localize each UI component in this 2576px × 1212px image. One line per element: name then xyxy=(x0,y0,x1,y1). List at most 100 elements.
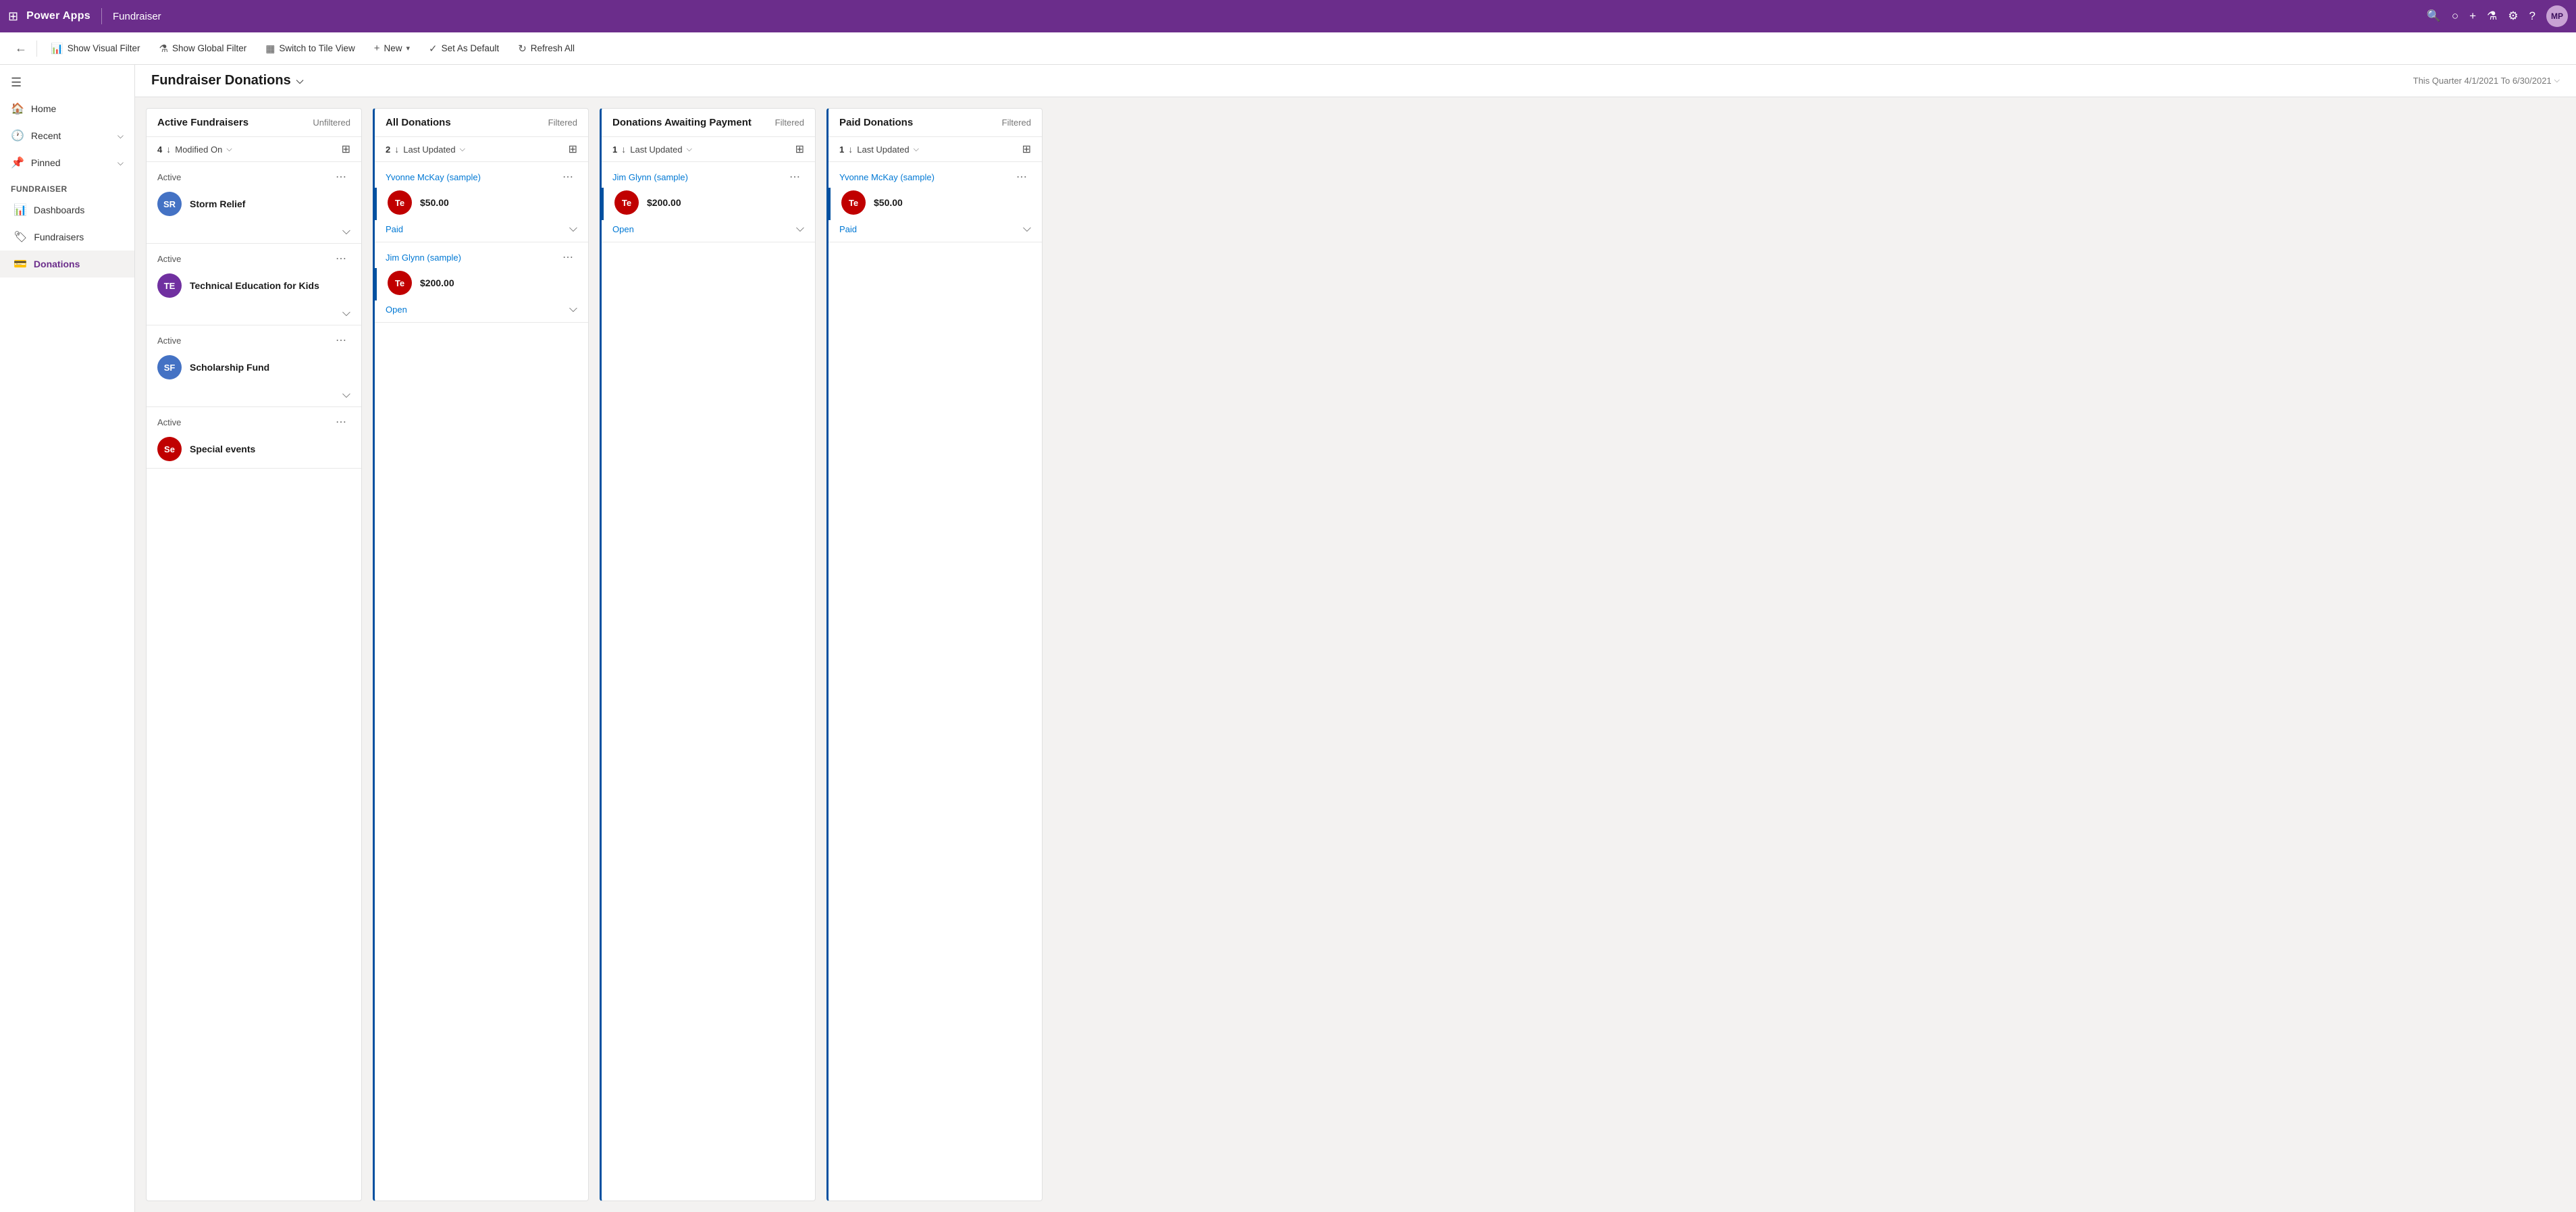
card-name-technical-education[interactable]: Technical Education for Kids xyxy=(190,280,319,291)
lane-view-toggle-all-donations[interactable]: ⊞ xyxy=(569,142,577,156)
sort-control-paid[interactable]: 1 ↓ Last Updated ⌵ xyxy=(839,144,919,155)
donation-expand-paid-yvonne[interactable]: ⌵ xyxy=(1023,223,1031,235)
card-name-storm-relief[interactable]: Storm Relief xyxy=(190,199,245,209)
lane-active-fundraisers: Active Fundraisers Unfiltered 4 ↓ Modifi… xyxy=(146,108,362,1201)
sort-control-awaiting[interactable]: 1 ↓ Last Updated ⌵ xyxy=(612,144,692,155)
page-title-dropdown[interactable]: Fundraiser Donations ⌵ xyxy=(151,73,303,88)
card-main-1: SR Storm Relief xyxy=(147,188,361,223)
lane-view-toggle-paid[interactable]: ⊞ xyxy=(1022,142,1031,156)
donation-menu-paid-yvonne[interactable]: ⋯ xyxy=(1012,169,1031,185)
avatar-technical-education: TE xyxy=(157,273,182,298)
sidebar-item-pinned[interactable]: 📌 Pinned ⌵ xyxy=(0,149,134,176)
back-button[interactable]: ← xyxy=(11,37,31,59)
grid-icon[interactable]: ⊞ xyxy=(8,9,18,24)
donation-header-paid-yvonne: Yvonne McKay (sample) ⋯ xyxy=(829,162,1042,188)
lane-sort-bar-all-donations: 2 ↓ Last Updated ⌵ ⊞ xyxy=(375,137,588,162)
show-global-filter-button[interactable]: ⚗ Show Global Filter xyxy=(151,38,255,59)
donation-footer-jim: Open ⌵ xyxy=(375,300,588,322)
card-name-scholarship-fund[interactable]: Scholarship Fund xyxy=(190,362,269,373)
donation-contact-jim[interactable]: Jim Glynn (sample) xyxy=(386,253,461,263)
settings-icon[interactable]: ⚙ xyxy=(2508,9,2518,23)
donation-status-paid-yvonne[interactable]: Paid xyxy=(839,224,857,234)
avatar-storm-relief: SR xyxy=(157,192,182,216)
page-header: Fundraiser Donations ⌵ This Quarter 4/1/… xyxy=(135,65,2576,97)
plus-icon[interactable]: + xyxy=(2469,9,2476,23)
main-content: ☰ 🏠 Home 🕐 Recent ⌵ 📌 Pinned ⌵ Fundraise… xyxy=(0,65,2576,1212)
card-name-special-events[interactable]: Special events xyxy=(190,444,255,454)
lane-title-active-fundraisers: Active Fundraisers xyxy=(157,117,248,128)
card-expand-3: ⌵ xyxy=(147,386,361,406)
search-icon[interactable]: 🔍 xyxy=(2427,9,2441,23)
lane-header-donations-awaiting: Donations Awaiting Payment Filtered xyxy=(602,109,815,137)
donation-expand-awaiting-jim[interactable]: ⌵ xyxy=(796,223,804,235)
toolbar-separator xyxy=(36,41,37,57)
donation-card-awaiting-jim: Jim Glynn (sample) ⋯ Te $200.00 Open ⌵ xyxy=(602,162,815,242)
card-menu-1[interactable]: ⋯ xyxy=(332,169,350,185)
sort-count-awaiting: 1 xyxy=(612,144,617,155)
lane-filter-paid-donations: Filtered xyxy=(1002,117,1031,128)
donation-expand-jim[interactable]: ⌵ xyxy=(569,303,577,315)
card-technical-education: Active ⋯ TE Technical Education for Kids… xyxy=(147,244,361,325)
sort-control-fundraisers[interactable]: 4 ↓ Modified On ⌵ xyxy=(157,144,232,155)
avatar-special-events: Se xyxy=(157,437,182,461)
donation-menu-yvonne[interactable]: ⋯ xyxy=(558,169,577,185)
sidebar-item-donations[interactable]: 💳 Donations xyxy=(0,251,134,278)
card-status-row-4: Active ⋯ xyxy=(147,407,361,433)
avatar-scholarship-fund: SF xyxy=(157,355,182,379)
donation-contact-paid-yvonne[interactable]: Yvonne McKay (sample) xyxy=(839,172,935,182)
new-button[interactable]: + New ▾ xyxy=(366,38,418,58)
sidebar-item-recent[interactable]: 🕐 Recent ⌵ xyxy=(0,122,134,149)
lane-view-toggle-awaiting[interactable]: ⊞ xyxy=(795,142,804,156)
recent-chevron-icon: ⌵ xyxy=(117,131,124,141)
donation-status-paid[interactable]: Paid xyxy=(386,224,403,234)
sort-control-all-donations[interactable]: 2 ↓ Last Updated ⌵ xyxy=(386,144,465,155)
donation-contact-awaiting-jim[interactable]: Jim Glynn (sample) xyxy=(612,172,688,182)
date-range-selector[interactable]: This Quarter 4/1/2021 To 6/30/2021 ⌵ xyxy=(2413,76,2560,86)
sidebar-item-fundraisers[interactable]: 🏷 Fundraisers xyxy=(0,223,134,251)
circle-icon[interactable]: ○ xyxy=(2452,9,2459,23)
sidebar-item-dashboards[interactable]: 📊 Dashboards xyxy=(0,196,134,223)
card-menu-3[interactable]: ⋯ xyxy=(332,332,350,348)
card-menu-2[interactable]: ⋯ xyxy=(332,251,350,267)
donation-status-awaiting-open[interactable]: Open xyxy=(612,224,634,234)
new-icon: + xyxy=(374,43,380,54)
donation-amount-paid-yvonne: $50.00 xyxy=(874,197,903,208)
lane-sort-bar-fundraisers: 4 ↓ Modified On ⌵ ⊞ xyxy=(147,137,361,162)
donation-header-yvonne: Yvonne McKay (sample) ⋯ xyxy=(375,162,588,188)
donation-status-open[interactable]: Open xyxy=(386,305,407,315)
sort-chevron-icon-donations: ⌵ xyxy=(460,145,465,154)
donation-card-jim-glynn: Jim Glynn (sample) ⋯ Te $200.00 Open ⌵ xyxy=(375,242,588,323)
donation-footer-paid-yvonne: Paid ⌵ xyxy=(829,220,1042,242)
lane-header-active-fundraisers: Active Fundraisers Unfiltered xyxy=(147,109,361,137)
user-avatar[interactable]: MP xyxy=(2546,5,2568,27)
expand-chevron-2[interactable]: ⌵ xyxy=(342,307,350,319)
lane-header-all-donations: All Donations Filtered xyxy=(375,109,588,137)
date-range-chevron-icon: ⌵ xyxy=(2554,76,2560,85)
donation-menu-jim[interactable]: ⋯ xyxy=(558,249,577,265)
lane-header-paid-donations: Paid Donations Filtered xyxy=(829,109,1042,137)
expand-chevron-1[interactable]: ⌵ xyxy=(342,226,350,238)
sidebar-item-home[interactable]: 🏠 Home xyxy=(0,95,134,122)
card-menu-4[interactable]: ⋯ xyxy=(332,414,350,430)
page-title: Fundraiser Donations xyxy=(151,73,291,88)
sort-chevron-icon-paid: ⌵ xyxy=(914,145,919,154)
card-expand-1: ⌵ xyxy=(147,223,361,243)
card-expand-2: ⌵ xyxy=(147,305,361,325)
set-as-default-button[interactable]: ✓ Set As Default xyxy=(421,38,507,59)
donation-contact-yvonne[interactable]: Yvonne McKay (sample) xyxy=(386,172,481,182)
lane-body-all-donations: Yvonne McKay (sample) ⋯ Te $50.00 Paid ⌵ xyxy=(375,162,588,1201)
app-logo: Power Apps xyxy=(26,10,90,22)
expand-chevron-3[interactable]: ⌵ xyxy=(342,389,350,401)
help-icon[interactable]: ? xyxy=(2529,9,2535,23)
hamburger-icon[interactable]: ☰ xyxy=(0,70,134,95)
switch-tile-view-button[interactable]: ▦ Switch to Tile View xyxy=(257,38,363,59)
lane-view-toggle-fundraisers[interactable]: ⊞ xyxy=(342,142,350,156)
filter-icon[interactable]: ⚗ xyxy=(2487,9,2497,23)
refresh-all-button[interactable]: ↻ Refresh All xyxy=(510,38,583,59)
show-visual-filter-button[interactable]: 📊 Show Visual Filter xyxy=(43,38,148,59)
card-main-3: SF Scholarship Fund xyxy=(147,351,361,386)
donation-expand-yvonne[interactable]: ⌵ xyxy=(569,223,577,235)
donation-menu-awaiting-jim[interactable]: ⋯ xyxy=(785,169,804,185)
card-status-row-2: Active ⋯ xyxy=(147,244,361,269)
top-bar: ⊞ Power Apps Fundraiser 🔍 ○ + ⚗ ⚙ ? MP xyxy=(0,0,2576,32)
